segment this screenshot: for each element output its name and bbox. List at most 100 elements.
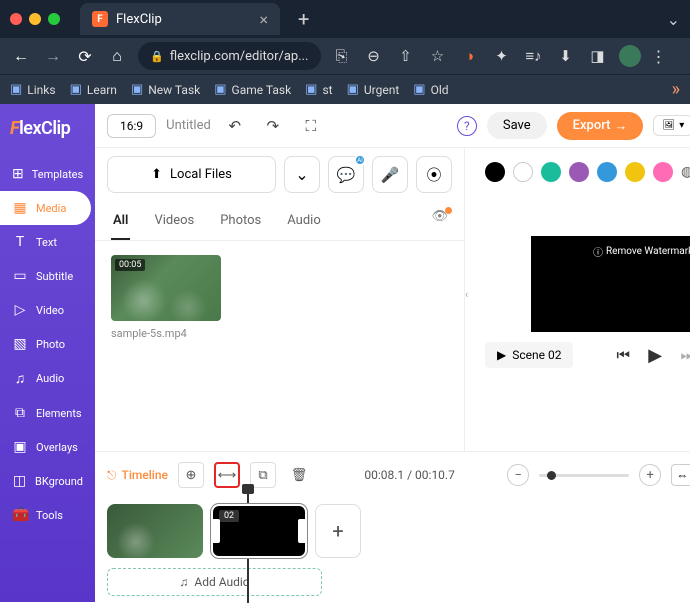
sidebar-item-templates[interactable]: ⊞Templates bbox=[0, 157, 95, 191]
sidebar-item-elements[interactable]: ⧉Elements bbox=[0, 396, 95, 430]
paint-bucket-icon[interactable]: ◍ bbox=[681, 164, 690, 180]
window-close-button[interactable] bbox=[10, 13, 22, 25]
remove-watermark-button[interactable]: ⓘRemove Watermark bbox=[593, 244, 690, 259]
aspect-ratio-selector[interactable]: 16:9 bbox=[107, 114, 156, 138]
more-menu-button[interactable]: 🖼▾ bbox=[653, 115, 690, 136]
color-swatch-black[interactable] bbox=[485, 162, 505, 182]
sidebar-item-text[interactable]: TText bbox=[0, 225, 95, 259]
zoom-slider[interactable] bbox=[539, 474, 629, 477]
new-tab-button[interactable]: + bbox=[298, 7, 309, 31]
media-tab-audio[interactable]: Audio bbox=[285, 209, 322, 240]
export-button[interactable]: Export→ bbox=[557, 112, 644, 140]
tabs-overflow-icon[interactable]: ⌄ bbox=[667, 10, 680, 29]
sidebar-item-media[interactable]: ▦Media bbox=[0, 191, 91, 225]
record-screen-button[interactable]: ⦿ bbox=[416, 156, 452, 193]
extensions-puzzle-icon[interactable]: ✦ bbox=[491, 47, 513, 65]
browser-menu-icon[interactable]: ⋮ bbox=[651, 47, 667, 66]
record-audio-button[interactable]: 🎤 bbox=[372, 156, 408, 193]
bookmark-game-task[interactable]: ▣Game Task bbox=[214, 82, 291, 97]
collapse-panel-icon[interactable]: ‹ bbox=[465, 288, 468, 301]
bookmark-learn[interactable]: ▣Learn bbox=[70, 82, 117, 97]
zoom-fit-button[interactable]: ⇔ bbox=[671, 464, 690, 486]
document-name[interactable]: Untitled bbox=[166, 118, 211, 133]
sidebar-item-photo[interactable]: ▧Photo bbox=[0, 327, 95, 361]
redo-button[interactable]: ↷ bbox=[259, 117, 287, 135]
add-audio-track[interactable]: ♫Add Audio bbox=[107, 568, 322, 596]
window-maximize-button[interactable] bbox=[48, 13, 60, 25]
previous-scene-button[interactable]: ⏮ bbox=[613, 346, 633, 364]
folder-icon: ▣ bbox=[413, 82, 425, 97]
bookmark-urgent[interactable]: ▣Urgent bbox=[347, 82, 400, 97]
duration-badge: 00:05 bbox=[115, 259, 145, 271]
timeline-clip-2[interactable]: 02 bbox=[211, 504, 307, 558]
address-bar[interactable]: 🔒 flexclip.com/editor/ap... bbox=[138, 42, 321, 70]
share-icon[interactable]: ⇧ bbox=[395, 47, 417, 65]
fullscreen-icon[interactable]: ⛶ bbox=[297, 117, 325, 135]
zoom-icon[interactable]: ⊖ bbox=[363, 47, 385, 65]
media-tab-photos[interactable]: Photos bbox=[218, 209, 263, 240]
bookmarks-overflow-icon[interactable]: » bbox=[672, 79, 680, 100]
sidebar-item-tools[interactable]: 🧰Tools bbox=[0, 498, 95, 532]
help-icon[interactable]: ? bbox=[457, 116, 477, 136]
sidebar-item-background[interactable]: ◫BKground bbox=[0, 464, 95, 498]
bookmark-star-icon[interactable]: ☆ bbox=[427, 47, 449, 65]
undo-button[interactable]: ↶ bbox=[221, 117, 249, 135]
color-swatch-yellow[interactable] bbox=[625, 162, 645, 182]
color-swatch-purple[interactable] bbox=[569, 162, 589, 182]
sidepanel-icon[interactable]: ◨ bbox=[587, 47, 609, 65]
media-thumbnail[interactable]: 00:05 sample-5s.mp4 bbox=[111, 255, 221, 340]
color-swatch-white[interactable] bbox=[513, 162, 533, 182]
downloads-icon[interactable]: ⬇ bbox=[555, 47, 577, 65]
bookmark-st[interactable]: ▣st bbox=[305, 82, 332, 97]
tools-icon: 🧰 bbox=[12, 507, 28, 523]
forward-button[interactable]: → bbox=[42, 46, 64, 66]
playlist-icon[interactable]: ≡♪ bbox=[523, 47, 545, 65]
color-swatch-pink[interactable] bbox=[653, 162, 673, 182]
hide-used-toggle[interactable]: 👁 bbox=[431, 209, 448, 240]
bookmark-old[interactable]: ▣Old bbox=[413, 82, 448, 97]
profile-avatar[interactable] bbox=[619, 45, 641, 67]
home-button[interactable]: ⌂ bbox=[106, 46, 128, 66]
scene-selector[interactable]: ▶Scene 02 bbox=[485, 342, 573, 368]
color-swatch-teal[interactable] bbox=[541, 162, 561, 182]
delete-clip-button[interactable]: 🗑 bbox=[286, 462, 312, 488]
zoom-in-button[interactable]: + bbox=[639, 464, 661, 486]
bookmarks-bar: ▣Links ▣Learn ▣New Task ▣Game Task ▣st ▣… bbox=[0, 74, 690, 104]
add-clip-button[interactable]: + bbox=[315, 504, 361, 558]
browser-tab[interactable]: F FlexClip × bbox=[80, 3, 280, 35]
sidebar-item-subtitle[interactable]: ▭Subtitle bbox=[0, 259, 95, 293]
audio-icon: ♫ bbox=[12, 370, 28, 387]
reload-button[interactable]: ⟳ bbox=[74, 47, 96, 66]
add-scene-button[interactable]: ⊕ bbox=[178, 462, 204, 488]
extension-icon-1[interactable]: ◑ bbox=[459, 47, 481, 65]
ai-chat-button[interactable]: 💬AI bbox=[328, 156, 364, 193]
color-swatch-blue[interactable] bbox=[597, 162, 617, 182]
chevron-down-icon: ⌄ bbox=[295, 165, 308, 184]
clip-trim-handle-right[interactable] bbox=[298, 519, 306, 543]
chevron-down-icon: ▾ bbox=[679, 120, 684, 131]
zoom-slider-thumb[interactable] bbox=[547, 471, 556, 480]
install-app-icon[interactable]: ⎘ bbox=[331, 47, 353, 65]
timeline-clip-1[interactable] bbox=[107, 504, 203, 558]
sidebar-item-overlays[interactable]: ▣Overlays bbox=[0, 430, 95, 464]
split-clip-button[interactable]: ⟷ bbox=[214, 462, 240, 488]
zoom-out-button[interactable]: − bbox=[507, 464, 529, 486]
back-button[interactable]: ← bbox=[10, 46, 32, 66]
lock-icon: 🔒 bbox=[150, 50, 164, 63]
next-scene-button[interactable]: ⏭ bbox=[677, 346, 690, 364]
media-tab-videos[interactable]: Videos bbox=[152, 209, 196, 240]
close-tab-icon[interactable]: × bbox=[259, 10, 268, 29]
upload-local-files-button[interactable]: ⬆Local Files bbox=[107, 156, 276, 193]
duplicate-clip-button[interactable]: ⧉ bbox=[250, 462, 276, 488]
bookmark-new-task[interactable]: ▣New Task bbox=[131, 82, 200, 97]
play-button[interactable]: ▶ bbox=[645, 345, 665, 366]
media-tab-all[interactable]: All bbox=[111, 209, 130, 240]
upload-options-button[interactable]: ⌄ bbox=[284, 156, 320, 193]
clip-trim-handle-left[interactable] bbox=[212, 519, 220, 543]
sidebar-item-audio[interactable]: ♫Audio bbox=[0, 361, 95, 396]
bookmark-links[interactable]: ▣Links bbox=[10, 82, 56, 97]
video-preview[interactable]: ⓘRemove Watermark bbox=[531, 236, 690, 332]
save-button[interactable]: Save bbox=[487, 112, 547, 139]
sidebar-item-video[interactable]: ▷Video bbox=[0, 293, 95, 327]
window-minimize-button[interactable] bbox=[29, 13, 41, 25]
